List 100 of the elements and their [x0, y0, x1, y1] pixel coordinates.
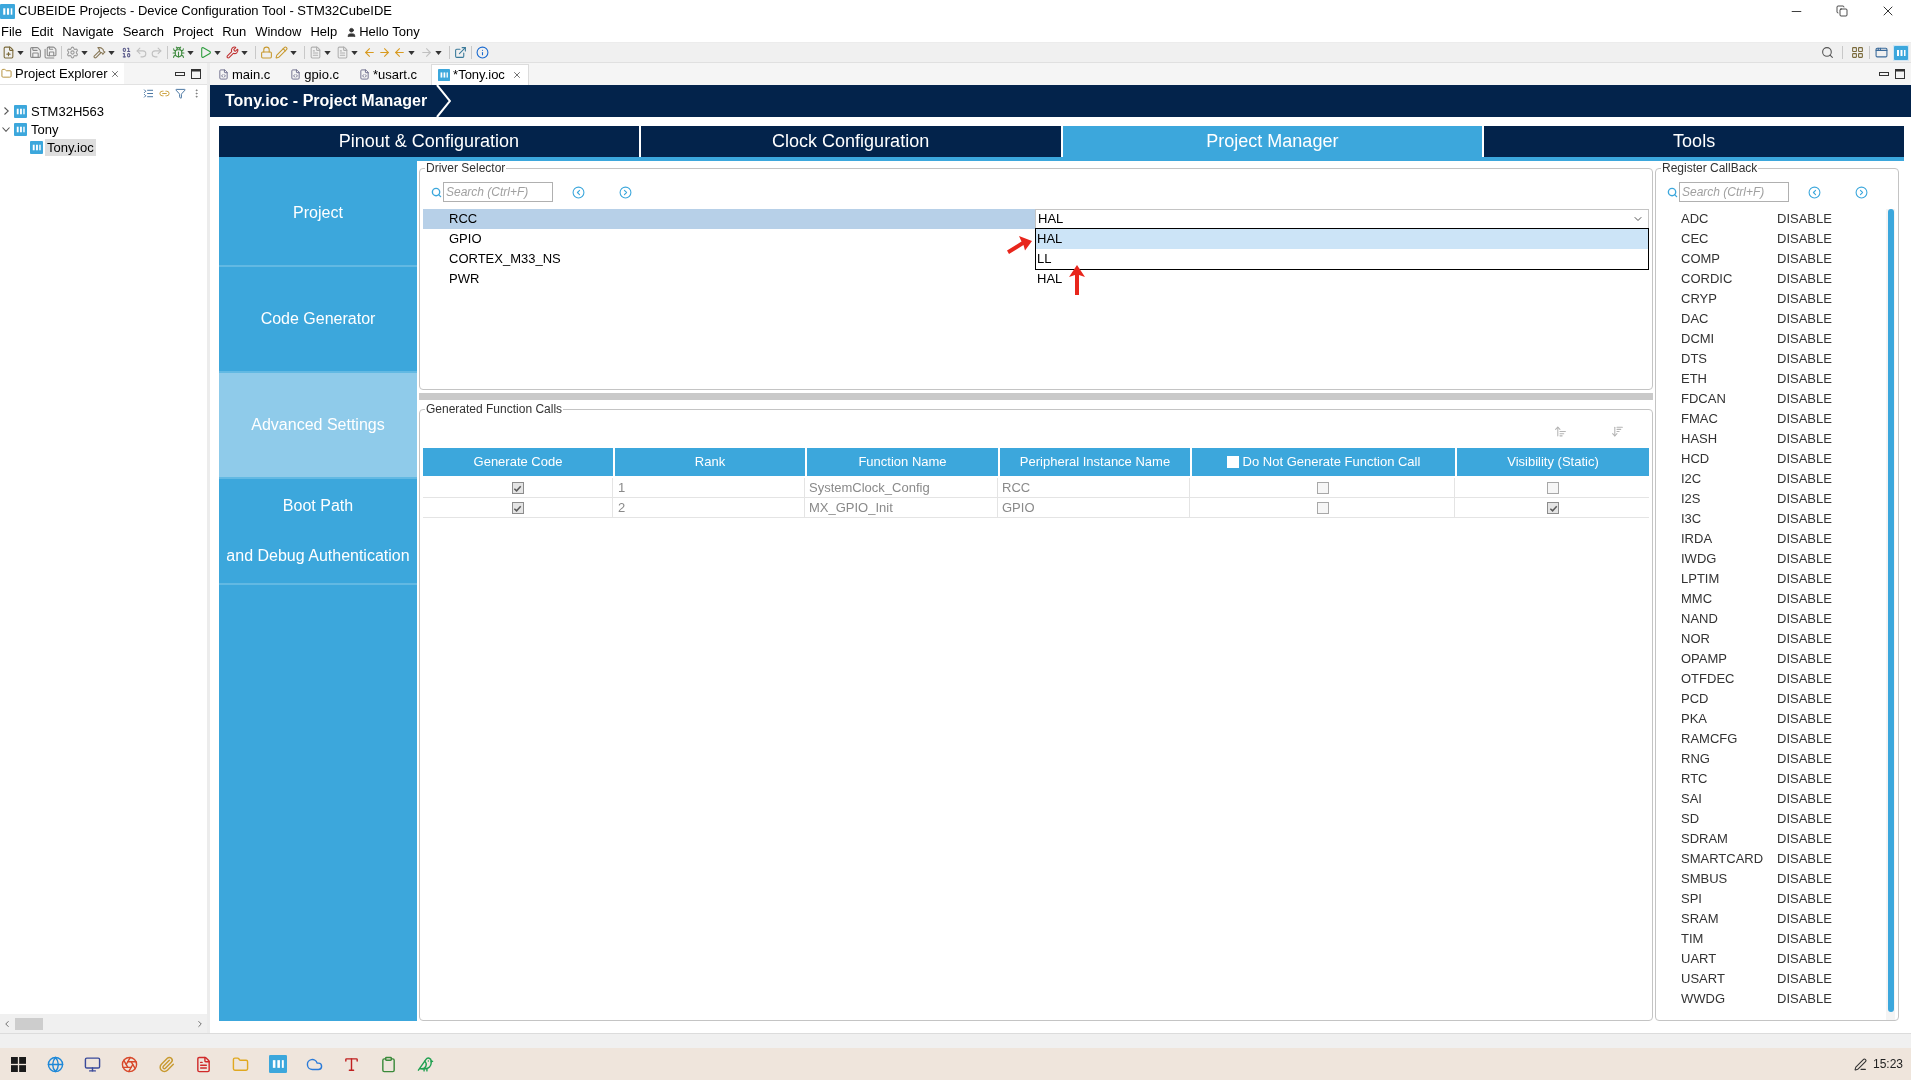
filter-icon[interactable]: [175, 87, 186, 99]
arrow-left-icon[interactable]: [363, 46, 376, 59]
callback-value[interactable]: DISABLE: [1777, 249, 1832, 269]
caret-icon[interactable]: [241, 50, 248, 55]
menu-item[interactable]: Help: [310, 22, 338, 42]
checkbox[interactable]: [511, 502, 524, 514]
circled-chevron-right-icon[interactable]: [1855, 185, 1868, 199]
caret-icon[interactable]: [324, 50, 331, 55]
callback-value[interactable]: DISABLE: [1777, 749, 1832, 769]
callback-value[interactable]: DISABLE: [1777, 349, 1832, 369]
callback-value[interactable]: DISABLE: [1777, 209, 1832, 229]
collapse-all-icon[interactable]: [143, 87, 154, 99]
main-tab[interactable]: Pinout & Configuration: [219, 126, 639, 157]
callback-value[interactable]: DISABLE: [1777, 449, 1832, 469]
circled-chevron-left-icon[interactable]: [1808, 185, 1821, 199]
tree-item[interactable]: Tony: [29, 120, 61, 138]
caret-icon[interactable]: [435, 50, 442, 55]
callback-value[interactable]: DISABLE: [1777, 589, 1832, 609]
search-field[interactable]: Search (Ctrl+F): [1679, 182, 1789, 202]
callback-value[interactable]: DISABLE: [1777, 889, 1832, 909]
callback-value[interactable]: DISABLE: [1777, 389, 1832, 409]
callback-value[interactable]: DISABLE: [1777, 429, 1832, 449]
bug-icon[interactable]: [172, 46, 185, 59]
sort-down-icon[interactable]: [1611, 424, 1624, 438]
user-name[interactable]: Hello Tony: [359, 22, 420, 42]
maximize-icon[interactable]: [1895, 69, 1905, 79]
callback-value[interactable]: DISABLE: [1777, 909, 1832, 929]
callback-value[interactable]: DISABLE: [1777, 949, 1832, 969]
text-icon[interactable]: [343, 1055, 360, 1073]
callback-value[interactable]: DISABLE: [1777, 409, 1832, 429]
callback-value[interactable]: DISABLE: [1777, 369, 1832, 389]
clipboard-icon[interactable]: [380, 1055, 397, 1073]
callback-value[interactable]: DISABLE: [1777, 849, 1832, 869]
callback-value[interactable]: DISABLE: [1777, 269, 1832, 289]
driver-name[interactable]: GPIO: [423, 229, 1035, 249]
main-tab[interactable]: Clock Configuration: [640, 126, 1061, 157]
editor-tab[interactable]: *Tony.ioc: [431, 64, 529, 85]
scrollbar-thumb[interactable]: [15, 1017, 43, 1030]
menu-item[interactable]: Project: [172, 22, 214, 42]
callback-value[interactable]: DISABLE: [1777, 709, 1832, 729]
callback-value[interactable]: DISABLE: [1777, 729, 1832, 749]
bird-icon[interactable]: [417, 1055, 434, 1073]
search-field[interactable]: Search (Ctrl+F): [443, 182, 553, 202]
tree-item[interactable]: Tony.ioc: [45, 138, 96, 156]
grid-icon[interactable]: [1851, 46, 1864, 59]
driver-name[interactable]: RCC: [423, 209, 1035, 229]
restore-icon[interactable]: [1836, 5, 1848, 17]
sort-up-icon[interactable]: [1554, 424, 1567, 438]
menu-item[interactable]: Run: [222, 22, 247, 42]
callback-value[interactable]: DISABLE: [1777, 309, 1832, 329]
driver-value[interactable]: HAL: [1035, 269, 1063, 289]
pen-icon[interactable]: [1853, 1057, 1867, 1071]
circled-chevron-right-icon[interactable]: [619, 185, 632, 199]
caret-icon[interactable]: [214, 50, 221, 55]
checkbox[interactable]: [1547, 502, 1559, 514]
caret-icon[interactable]: [187, 50, 194, 55]
checkbox[interactable]: [1317, 482, 1329, 494]
callback-value[interactable]: DISABLE: [1777, 649, 1832, 669]
checkbox[interactable]: [1547, 482, 1559, 494]
globe-icon[interactable]: [47, 1055, 64, 1073]
editor-tab[interactable]: gpio.c: [284, 64, 345, 85]
callback-value[interactable]: DISABLE: [1777, 989, 1832, 1009]
chevron-right-icon[interactable]: [4, 107, 9, 115]
minimize-icon[interactable]: [175, 71, 185, 76]
aperture-icon[interactable]: [121, 1055, 138, 1073]
caret-icon[interactable]: [408, 50, 415, 55]
chevron-down-icon[interactable]: [2, 126, 10, 132]
editor-tab[interactable]: main.c: [212, 64, 277, 85]
save-icon[interactable]: [29, 46, 42, 59]
callback-value[interactable]: DISABLE: [1777, 789, 1832, 809]
callback-value[interactable]: DISABLE: [1777, 769, 1832, 789]
callback-value[interactable]: DISABLE: [1777, 969, 1832, 989]
editor-tab[interactable]: *usart.c: [353, 64, 424, 85]
callback-value[interactable]: DISABLE: [1777, 829, 1832, 849]
hammer-icon[interactable]: [93, 46, 106, 59]
maximize-icon[interactable]: [191, 68, 201, 79]
menu-item[interactable]: File: [0, 22, 22, 42]
dropdown-option[interactable]: HAL: [1036, 229, 1648, 249]
caret-icon[interactable]: [290, 50, 297, 55]
callback-value[interactable]: DISABLE: [1777, 929, 1832, 949]
window-icon[interactable]: [1875, 46, 1888, 59]
clock[interactable]: 15:23: [1872, 1055, 1903, 1073]
tree-item[interactable]: STM32H563: [29, 102, 106, 120]
circled-chevron-left-icon[interactable]: [572, 185, 585, 199]
lock-icon[interactable]: [260, 46, 273, 59]
arrow-right-icon[interactable]: [378, 46, 391, 59]
callback-value[interactable]: DISABLE: [1777, 289, 1832, 309]
caret-icon[interactable]: [108, 50, 115, 55]
callback-value[interactable]: DISABLE: [1777, 809, 1832, 829]
callback-value[interactable]: DISABLE: [1777, 489, 1832, 509]
menu-item[interactable]: Navigate: [62, 22, 114, 42]
callback-value[interactable]: DISABLE: [1777, 569, 1832, 589]
menu-item[interactable]: Edit: [30, 22, 54, 42]
callback-value[interactable]: DISABLE: [1777, 529, 1832, 549]
callback-value[interactable]: DISABLE: [1777, 229, 1832, 249]
new-file-icon[interactable]: [2, 46, 15, 59]
paperclip-icon[interactable]: [158, 1055, 175, 1073]
save-all-icon[interactable]: [44, 46, 57, 59]
external-link-icon[interactable]: [454, 46, 467, 59]
select-all-checkbox[interactable]: [1226, 456, 1239, 468]
